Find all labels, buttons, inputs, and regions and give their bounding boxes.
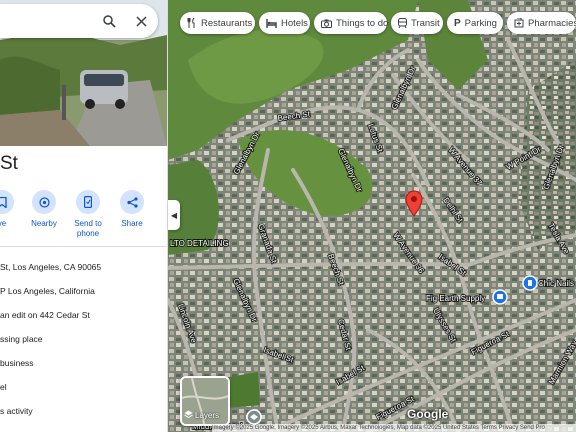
plus-code-text: P Los Angeles, California	[0, 286, 95, 296]
nearby-icon	[32, 190, 56, 214]
layers-button[interactable]: Layers	[180, 376, 230, 426]
search-bar	[0, 4, 158, 38]
search-input[interactable]	[6, 12, 95, 29]
search-icon	[102, 14, 116, 28]
phone-icon	[76, 190, 100, 214]
chip-label: Parking	[464, 17, 497, 29]
share-icon	[120, 190, 144, 214]
close-icon	[135, 15, 147, 27]
restaurant-icon	[187, 18, 197, 28]
place-label: Fig Earth Supply	[426, 294, 485, 303]
chip-label: Restaurants	[201, 17, 253, 29]
layers-label: Layers	[195, 411, 220, 420]
google-logo: Google	[407, 407, 449, 421]
place-title: St	[0, 153, 18, 174]
maps-activity-row[interactable]: s activity	[0, 406, 33, 416]
pharmacy-icon	[514, 18, 524, 28]
share-label: Share	[121, 219, 143, 228]
send-to-phone-button[interactable]: Send to phone	[66, 190, 110, 239]
place-label: LTO DETAILING	[170, 239, 229, 248]
chevron-left-icon: ◀	[170, 210, 178, 220]
divider	[0, 246, 167, 247]
search-button[interactable]	[97, 9, 121, 33]
action-buttons: ve Nearby Send to phone Share	[0, 190, 167, 238]
map-attribution: Imagery ©2025 Google, Imagery ©2025 Airb…	[212, 424, 576, 432]
chip-transit[interactable]: Transit	[391, 12, 443, 34]
add-label-row[interactable]: el	[0, 382, 7, 392]
add-missing-place-text: ssing place	[0, 334, 43, 344]
save-label: ve	[0, 219, 7, 228]
camera-icon	[321, 19, 332, 28]
chip-label: Pharmacies	[528, 17, 576, 29]
transit-icon	[398, 18, 407, 28]
place-label: Chic Nails	[538, 279, 574, 288]
map-imagery[interactable]: Beech St Lotus St Glenalbyn Dr Glenalbyn…	[168, 0, 576, 432]
add-business-row[interactable]: business	[0, 358, 34, 368]
chip-hotels[interactable]: Hotels	[259, 12, 310, 34]
school-icon[interactable]	[246, 409, 262, 425]
satellite-map[interactable]: Beech St Lotus St Glenalbyn Dr Glenalbyn…	[168, 0, 576, 432]
plus-code-row[interactable]: P Los Angeles, California	[0, 286, 95, 296]
maps-activity-text: s activity	[0, 406, 33, 416]
hotel-icon	[266, 18, 277, 28]
send-to-phone-label: Send to phone	[74, 219, 102, 238]
nearby-button[interactable]: Nearby	[22, 190, 66, 229]
add-label-text: el	[0, 382, 7, 392]
store-icon[interactable]	[492, 289, 508, 305]
chip-label: Hotels	[281, 17, 308, 29]
close-button[interactable]	[129, 9, 153, 33]
chip-restaurants[interactable]: Restaurants	[180, 12, 255, 34]
collapse-panel-button[interactable]: ◀	[168, 200, 180, 230]
share-button[interactable]: Share	[110, 190, 154, 229]
nearby-label: Nearby	[31, 219, 57, 228]
address-text: St, Los Angeles, CA 90065	[0, 262, 102, 272]
add-missing-place-row[interactable]: ssing place	[0, 334, 43, 344]
layers-icon	[184, 410, 193, 421]
chip-label: Things to do	[336, 17, 389, 29]
suggest-edit-row[interactable]: an edit on 442 Cedar St	[0, 310, 90, 320]
save-button[interactable]: ve	[0, 190, 24, 229]
parking-icon: P	[454, 17, 461, 29]
save-icon	[0, 190, 14, 214]
chip-pharmacies[interactable]: Pharmacies	[507, 12, 576, 34]
address-row[interactable]: St, Los Angeles, CA 90065	[0, 262, 101, 272]
chip-parking[interactable]: P Parking	[447, 12, 503, 34]
nail-salon-icon[interactable]	[522, 275, 538, 291]
place-panel: St ve Nearby Send to phone Share	[0, 0, 168, 432]
add-business-text: business	[0, 358, 34, 368]
suggest-edit-text: an edit on 442 Cedar St	[0, 310, 90, 320]
chip-things-to-do[interactable]: Things to do	[314, 12, 389, 34]
chip-label: Transit	[411, 17, 440, 29]
